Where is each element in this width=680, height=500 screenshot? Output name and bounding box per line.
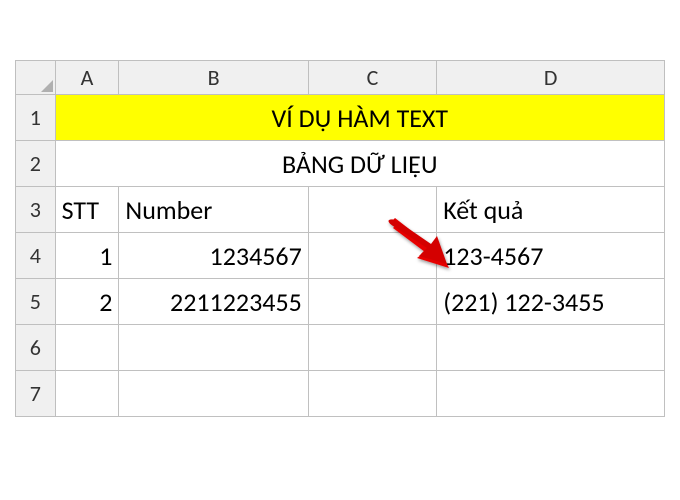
row-header-1[interactable]: 1 (16, 95, 56, 141)
row-header-3[interactable]: 3 (16, 187, 56, 233)
cell-d6[interactable] (437, 325, 665, 371)
row-header-6[interactable]: 6 (16, 325, 56, 371)
header-result[interactable]: Kết quả (437, 187, 665, 233)
header-number[interactable]: Number (119, 187, 308, 233)
cell-c6[interactable] (308, 325, 436, 371)
cell-stt-2[interactable]: 2 (55, 279, 119, 325)
cell-result-1[interactable]: 123-4567 (437, 233, 665, 279)
cell-number-1[interactable]: 1234567 (119, 233, 308, 279)
cell-c3[interactable] (308, 187, 436, 233)
cell-stt-1[interactable]: 1 (55, 233, 119, 279)
cell-result-2[interactable]: (221) 122-3455 (437, 279, 665, 325)
cell-a6[interactable] (55, 325, 119, 371)
row-header-5[interactable]: 5 (16, 279, 56, 325)
cell-b7[interactable] (119, 371, 308, 417)
title-cell[interactable]: VÍ DỤ HÀM TEXT (55, 95, 664, 141)
col-header-b[interactable]: B (119, 61, 308, 95)
cell-c5[interactable] (308, 279, 436, 325)
subtitle-cell[interactable]: BẢNG DỮ LIỆU (55, 141, 664, 187)
row-header-7[interactable]: 7 (16, 371, 56, 417)
cell-d7[interactable] (437, 371, 665, 417)
cell-number-2[interactable]: 2211223455 (119, 279, 308, 325)
cell-c7[interactable] (308, 371, 436, 417)
col-header-d[interactable]: D (437, 61, 665, 95)
select-all-corner[interactable] (16, 61, 56, 95)
header-stt[interactable]: STT (55, 187, 119, 233)
col-header-a[interactable]: A (55, 61, 119, 95)
cell-c4[interactable] (308, 233, 436, 279)
cell-b6[interactable] (119, 325, 308, 371)
row-header-2[interactable]: 2 (16, 141, 56, 187)
col-header-c[interactable]: C (308, 61, 436, 95)
spreadsheet-grid[interactable]: A B C D 1 VÍ DỤ HÀM TEXT 2 BẢNG DỮ LIỆU … (15, 60, 665, 417)
row-header-4[interactable]: 4 (16, 233, 56, 279)
cell-a7[interactable] (55, 371, 119, 417)
